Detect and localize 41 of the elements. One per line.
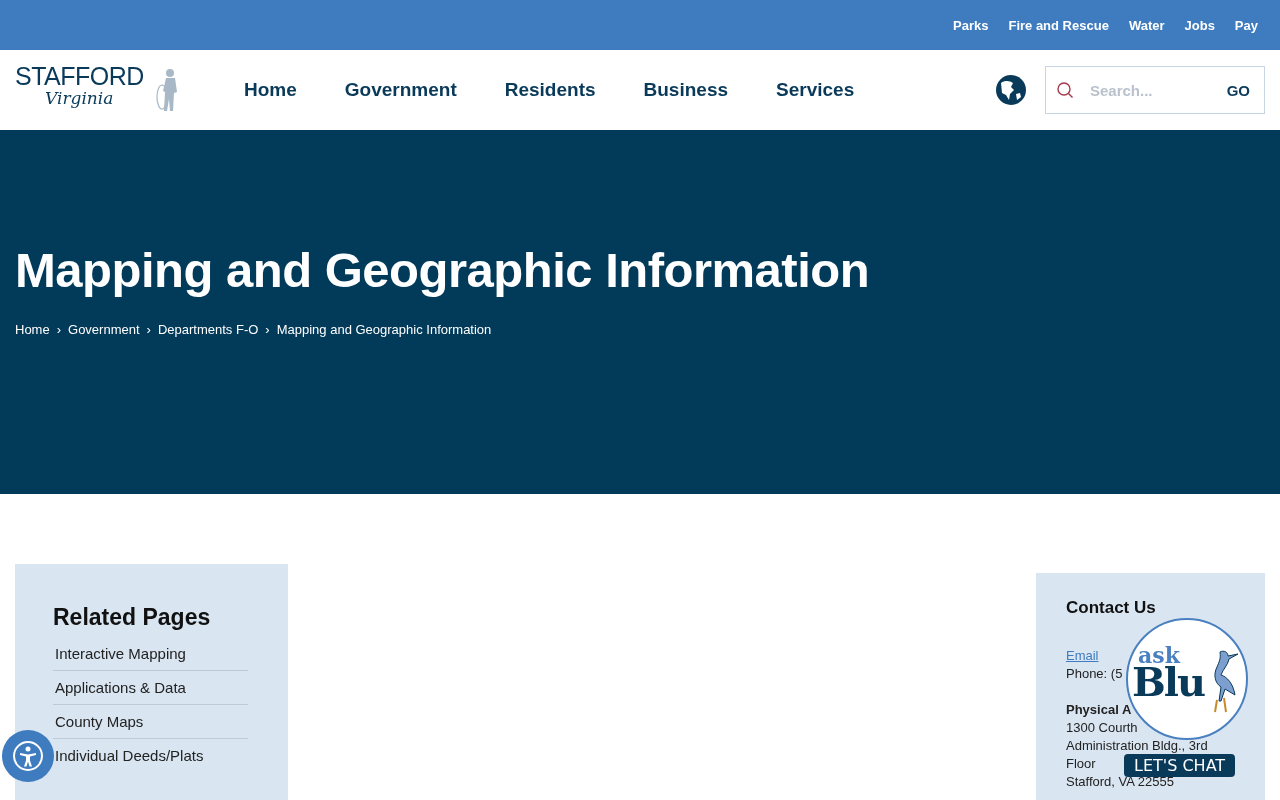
- breadcrumb-link[interactable]: Mapping and Geographic Information: [276, 322, 492, 337]
- address-label: Physical A: [1066, 701, 1132, 719]
- nav-link[interactable]: Home: [220, 79, 321, 101]
- address-line: 1300 Courth: [1066, 719, 1138, 737]
- phone-text: Phone: (5: [1066, 665, 1123, 683]
- related-page-link[interactable]: County Maps: [53, 705, 248, 739]
- nav-link[interactable]: Residents: [480, 79, 620, 101]
- related-page-link[interactable]: Interactive Mapping: [53, 637, 248, 671]
- breadcrumb-link[interactable]: Departments F-O: [157, 322, 259, 337]
- address-line: Floor: [1066, 755, 1096, 773]
- utility-link[interactable]: Parks: [953, 17, 989, 33]
- panel-heading: Related Pages: [53, 604, 212, 631]
- breadcrumb-link[interactable]: Home: [15, 322, 50, 337]
- search-icon: [1056, 81, 1074, 99]
- breadcrumb-separator: ›: [146, 322, 151, 337]
- related-page-link[interactable]: Individual Deeds/Plats: [53, 739, 248, 772]
- breadcrumb-separator: ›: [265, 322, 270, 337]
- address-line: Administration Bldg., 3rd: [1066, 737, 1208, 755]
- lets-chat-button[interactable]: LET'S CHAT: [1124, 754, 1236, 777]
- nav-link[interactable]: Services: [752, 79, 879, 101]
- accessibility-icon: [12, 740, 44, 772]
- breadcrumb-separator: ›: [56, 322, 62, 337]
- page-title: Mapping and Geographic Information: [15, 242, 871, 298]
- utility-link[interactable]: Fire and Rescue: [1008, 17, 1109, 33]
- utility-link[interactable]: Water: [1128, 17, 1165, 33]
- utility-link[interactable]: Pay: [1234, 17, 1258, 33]
- utility-link[interactable]: Jobs: [1184, 17, 1215, 33]
- colonial-figure-icon: [155, 67, 179, 113]
- email-link[interactable]: Email: [1066, 648, 1099, 663]
- nav-link[interactable]: Business: [619, 79, 752, 101]
- go-button[interactable]: GO: [1222, 77, 1254, 103]
- panel-heading: Contact Us: [1066, 599, 1157, 617]
- stafford-logo[interactable]: STAFFORD Virginia: [15, 64, 180, 116]
- logo-script-text: Virginia: [45, 88, 114, 108]
- nav-link[interactable]: Government: [320, 79, 481, 101]
- breadcrumb-link[interactable]: Government: [68, 322, 140, 337]
- globe-icon[interactable]: [995, 74, 1027, 106]
- logo-text: STAFFORD: [15, 62, 144, 90]
- related-page-link[interactable]: Applications & Data: [53, 671, 248, 705]
- search-field[interactable]: Search... GO: [1045, 66, 1265, 114]
- accessibility-button[interactable]: [2, 730, 54, 782]
